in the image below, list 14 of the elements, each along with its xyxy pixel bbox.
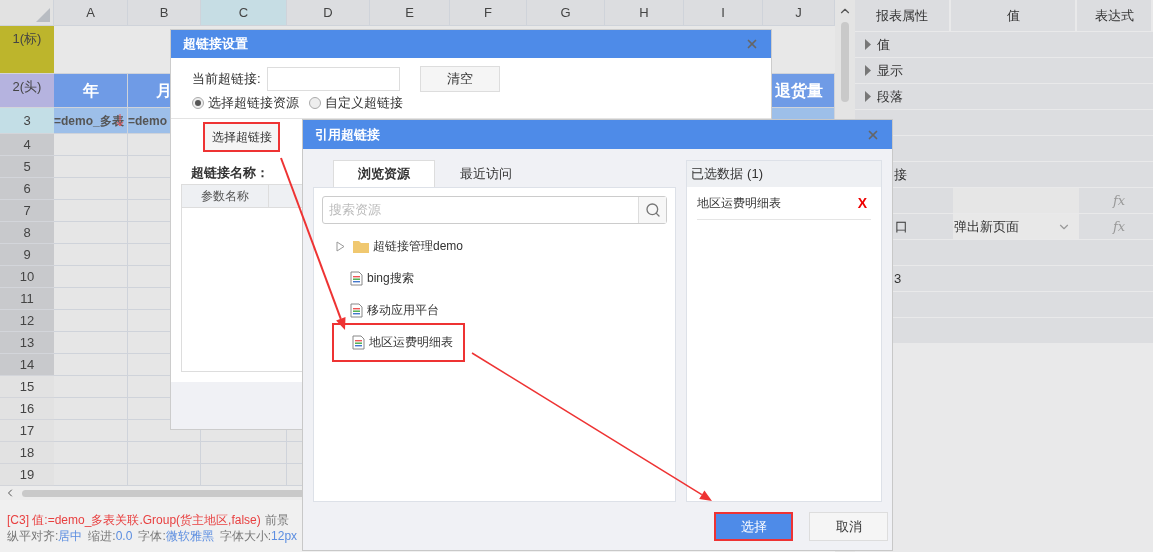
status-item: 字体大小:12px bbox=[219, 528, 298, 544]
status-item: 缩进:0.0 bbox=[88, 528, 133, 544]
property-label: 口 bbox=[895, 217, 908, 236]
property-label: 接 bbox=[894, 165, 907, 184]
cell-info-text: [C3] 值:=demo_多表关联.Group(货主地区,false) bbox=[7, 512, 261, 528]
property-label: 3 bbox=[894, 269, 902, 288]
status-item: 纵平对齐:居中 bbox=[7, 528, 83, 544]
section-label: 超链接名称： bbox=[191, 165, 269, 180]
dialog-title: 超链接设置 bbox=[183, 35, 248, 54]
dialog-title: 引用超链接 bbox=[315, 125, 380, 144]
status-item: 字体:微软雅黑 bbox=[138, 528, 214, 544]
status-text: 前景 bbox=[264, 512, 289, 528]
table-header: 参数名称 bbox=[182, 185, 269, 207]
panel-title: 已选数据 (1) bbox=[691, 165, 763, 184]
